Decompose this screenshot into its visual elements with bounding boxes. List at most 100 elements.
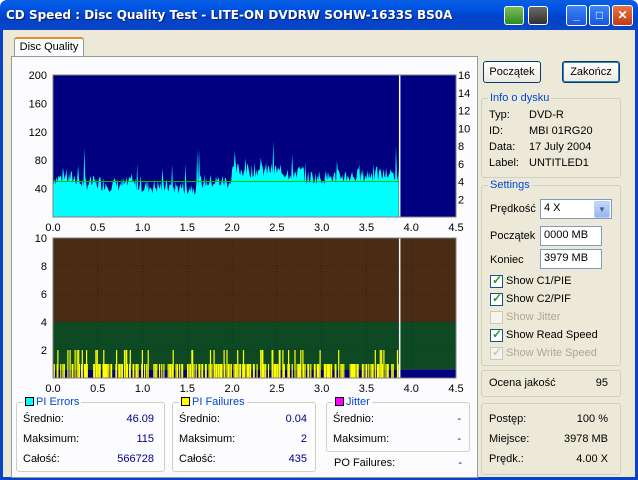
maximize-button[interactable]: □ xyxy=(589,5,610,26)
pi-failure-bar-159 xyxy=(304,364,306,378)
pi-failure-bar-80 xyxy=(188,364,190,378)
jitter-group: Jitter Średnio: - Maksimum: - xyxy=(326,396,470,452)
info-type-value: DVD-R xyxy=(529,109,564,121)
pi-failures-title-text: PI Failures xyxy=(192,396,245,408)
pi-errors-x-tick-4: 2.0 xyxy=(224,222,239,234)
pi-failure-bar-60 xyxy=(146,364,148,378)
pi-failure-bar-105 xyxy=(224,364,226,378)
pi-failures-band-mid xyxy=(53,322,456,370)
pi-failure-bar-98 xyxy=(216,364,218,378)
pi-failure-bar-152 xyxy=(296,364,298,378)
pi-failure-bar-13 xyxy=(78,364,80,378)
pi-failure-bar-85 xyxy=(195,364,197,378)
start-button[interactable]: Początek xyxy=(483,61,541,83)
pi-errors-y-tick-2: 120 xyxy=(29,127,47,139)
pi-failures-x-tick-2: 1.0 xyxy=(135,383,150,395)
pi-errors-x-tick-5: 2.5 xyxy=(269,222,284,234)
pi-failure-bar-113 xyxy=(237,350,239,378)
pi-failure-bar-114 xyxy=(238,364,240,378)
pi-errors-swatch xyxy=(25,397,34,406)
minimize-button[interactable]: _ xyxy=(566,5,587,26)
disc-info-group: Info o dysku Typ: DVD-R ID: MBI 01RG20 D… xyxy=(481,92,621,178)
pi-errors-title-text: PI Errors xyxy=(36,396,80,408)
show-c2-pif-checkbox[interactable] xyxy=(490,291,503,306)
jitter-title-text: Jitter xyxy=(346,396,370,408)
pi-failure-bar-71 xyxy=(170,364,172,378)
pi-failure-bar-2 xyxy=(57,350,59,378)
pi-failures-max-value: 2 xyxy=(300,433,307,445)
show-c2-pif-label: Show C2/PIF xyxy=(506,293,571,305)
pi-failures-avg-value: 0.04 xyxy=(285,413,307,425)
pi-failures-y-tick-1: 4 xyxy=(41,317,47,329)
read-speed-y-tick-6: 14 xyxy=(458,88,470,100)
end-offset-input[interactable]: 3979 MB xyxy=(540,249,602,269)
tab-disc-quality[interactable]: Disc Quality xyxy=(14,37,84,57)
app-icon-2[interactable] xyxy=(528,6,548,25)
end-button[interactable]: Zakończ xyxy=(562,61,620,83)
show-c1-pie-checkbox[interactable] xyxy=(490,273,503,288)
pi-failure-bar-200 xyxy=(372,364,374,378)
pi-failures-x-tick-4: 2.0 xyxy=(224,383,239,395)
pi-errors-x-tick-3: 1.5 xyxy=(180,222,195,234)
app-icon-1[interactable] xyxy=(504,6,524,25)
show-read-speed-checkbox[interactable] xyxy=(490,327,503,342)
position-label: Miejsce: xyxy=(489,433,530,445)
po-failures-label: PO Failures: xyxy=(334,457,396,469)
pi-failure-bar-68 xyxy=(167,364,169,378)
read-speed-y-tick-4: 10 xyxy=(458,123,470,135)
pi-failures-group: PI Failures Średnio: 0.04 Maksimum: 2 Ca… xyxy=(172,396,316,472)
info-date-label: Data: xyxy=(489,141,516,153)
pi-failure-bar-20 xyxy=(86,364,88,378)
pi-failure-bar-7 xyxy=(69,350,71,378)
pi-failure-bar-43 xyxy=(119,364,121,378)
pi-failure-bar-190 xyxy=(355,364,357,378)
pi-failure-bar-49 xyxy=(126,364,128,378)
pi-failure-bar-73 xyxy=(172,350,174,378)
start-offset-input[interactable]: 0000 MB xyxy=(540,226,602,246)
pi-failure-bar-164 xyxy=(314,364,316,378)
info-date-value: 17 July 2004 xyxy=(529,141,592,153)
pi-failure-bar-201 xyxy=(374,350,376,378)
close-button[interactable]: ✕ xyxy=(612,5,633,26)
pi-failure-bar-89 xyxy=(202,364,204,378)
pi-failure-bar-150 xyxy=(291,364,293,378)
pi-errors-y-tick-4: 200 xyxy=(29,70,47,82)
pi-failure-bar-0 xyxy=(53,364,55,378)
pi-failure-bar-84 xyxy=(193,364,195,378)
pi-failure-bar-184 xyxy=(349,364,351,378)
pi-failure-bar-141 xyxy=(277,364,279,378)
jitter-max-value: - xyxy=(457,433,461,445)
speed-select[interactable]: 4 X ▼ xyxy=(540,199,612,219)
pi-failure-bar-76 xyxy=(179,364,181,378)
pi-errors-y-tick-1: 80 xyxy=(35,155,47,167)
pi-failure-bar-128 xyxy=(260,350,262,378)
chevron-down-icon[interactable]: ▼ xyxy=(594,201,610,218)
pi-failure-bar-143 xyxy=(279,350,281,378)
pi-failure-bar-28 xyxy=(99,364,101,378)
show-jitter-checkbox xyxy=(490,311,503,324)
pi-failure-bar-81 xyxy=(189,364,191,378)
pi-failure-bar-156 xyxy=(300,350,302,378)
pi-failure-bar-110 xyxy=(233,364,235,378)
pi-errors-x-tick-7: 3.5 xyxy=(359,222,374,234)
jitter-max-label: Maksimum: xyxy=(333,433,390,445)
pi-failure-bar-75 xyxy=(176,364,179,378)
pi-failure-bar-10 xyxy=(74,350,76,378)
pi-failures-total-value: 435 xyxy=(288,453,307,465)
window-title: CD Speed : Disc Quality Test - LITE-ON D… xyxy=(6,8,453,22)
pi-failure-bar-93 xyxy=(209,350,212,378)
pi-failure-bar-15 xyxy=(81,350,83,378)
pi-failure-bar-108 xyxy=(229,364,231,378)
speed-readout-value: 4.00 X xyxy=(576,453,608,465)
pi-failure-bar-126 xyxy=(253,364,255,378)
pi-failure-bar-161 xyxy=(308,364,310,378)
pi-failures-total-label: Całość: xyxy=(179,453,216,465)
pi-failure-bar-151 xyxy=(294,350,296,378)
info-label-value: UNTITLED1 xyxy=(529,157,589,169)
pi-failure-bar-9 xyxy=(72,364,74,378)
pi-failure-bar-67 xyxy=(163,364,165,378)
pi-failure-bar-181 xyxy=(340,364,342,378)
pi-failure-bar-74 xyxy=(175,364,177,378)
pi-failure-bar-83 xyxy=(192,350,194,378)
pi-failure-bar-91 xyxy=(205,364,207,378)
